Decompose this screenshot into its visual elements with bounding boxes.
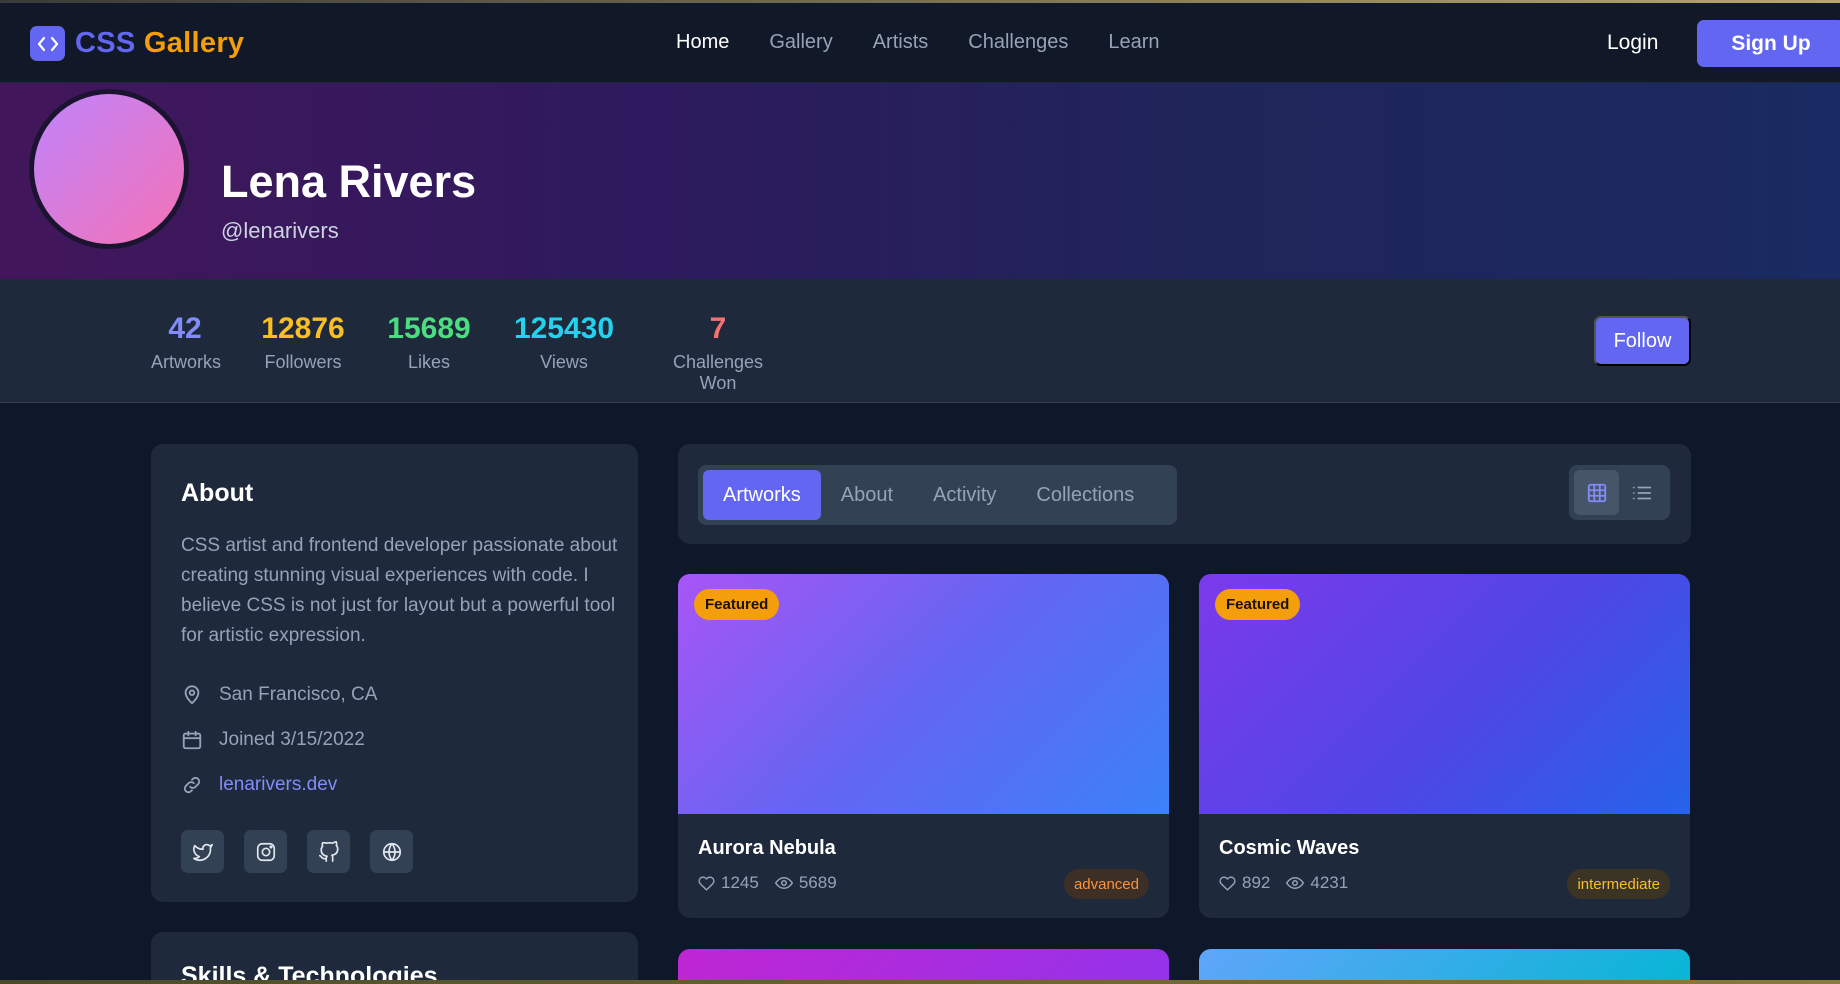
joined-text: Joined 3/15/2022 [219,729,365,750]
avatar-frame [29,89,189,249]
avatar [34,94,184,244]
about-bio: CSS artist and frontend developer passio… [181,535,618,646]
location-text: San Francisco, CA [219,684,378,705]
about-card: About CSS artist and frontend developer … [151,444,638,902]
stat-challenges-won: 7 Challenges Won [653,312,783,394]
stat-value: 12876 [261,312,345,345]
stat-followers: 12876 Followers [260,312,346,373]
heart-icon[interactable] [1219,875,1236,892]
view-toggle [1569,465,1670,520]
artwork-stats: 1245 5689 [698,873,837,893]
artwork-title[interactable]: Aurora Nebula [698,837,836,860]
twitter-link[interactable] [181,830,224,873]
stat-value: 7 [709,312,727,345]
stat-likes: 15689 Likes [386,312,472,373]
tab-collections[interactable]: Collections [1016,470,1154,520]
eye-icon [1286,876,1305,890]
stat-label: Views [540,352,588,372]
skills-card: Skills & Technologies [151,932,638,984]
signup-button[interactable]: Sign Up [1697,20,1840,67]
profile-banner: Lena Rivers @lenarivers [0,83,1840,279]
featured-badge: Featured [1215,589,1301,620]
difficulty-badge: advanced [1063,869,1149,899]
stat-label: Challenges Won [672,352,764,393]
logo-text: CSS Gallery [75,27,244,60]
nav-link-gallery[interactable]: Gallery [769,31,832,54]
follow-button[interactable]: Follow [1594,316,1691,366]
twitter-icon [192,843,213,861]
artwork-card[interactable]: Featured Cosmic Waves 892 4231 intermedi… [1199,574,1690,918]
instagram-link[interactable] [244,830,287,873]
main-menu: Home Gallery Artists Challenges Learn [676,31,1200,54]
artwork-title[interactable]: Cosmic Waves [1219,837,1359,860]
stat-label: Followers [264,352,342,372]
artwork-stats: 892 4231 [1219,873,1348,893]
instagram-icon [256,842,275,861]
logo-text-gallery: Gallery [143,27,245,59]
artwork-card[interactable]: Featured Aurora Nebula 1245 5689 advance… [678,574,1169,918]
grid-icon [1587,483,1606,502]
stat-label: Likes [407,352,451,372]
social-links [181,830,433,873]
heart-icon[interactable] [698,875,715,892]
views-count: 4231 [1310,873,1349,892]
list-icon [1632,486,1651,499]
stat-value: 15689 [387,312,471,345]
about-title: About [181,479,254,507]
likes-count: 1245 [721,873,759,892]
tab-about[interactable]: About [821,470,913,520]
nav-link-artists[interactable]: Artists [873,31,929,54]
stat-value: 125430 [513,312,615,345]
window-bottom-edge [0,980,1840,984]
artwork-card-partial[interactable] [678,949,1169,984]
featured-badge: Featured [694,589,780,620]
top-navigation: CSS Gallery Home Gallery Artists Challen… [0,3,1840,83]
github-link[interactable] [307,830,350,873]
website-link[interactable]: lenarivers.dev [219,774,337,796]
nav-link-learn[interactable]: Learn [1108,31,1159,54]
grid-view-button[interactable] [1574,470,1619,515]
stat-artworks: 42 Artworks [151,312,222,373]
likes-count: 892 [1242,873,1271,892]
link-icon [183,776,201,794]
tab-artworks[interactable]: Artworks [703,470,821,520]
artwork-card-partial[interactable] [1199,949,1690,984]
joined-row: Joined 3/15/2022 [181,729,365,751]
github-icon [318,840,339,862]
difficulty-badge: intermediate [1567,869,1670,899]
website-row: lenarivers.dev [181,774,337,796]
eye-icon [774,876,793,890]
tab-bar: Artworks About Activity Collections [698,465,1177,525]
logo-text-css: CSS [75,27,136,59]
stat-views: 125430 Views [512,312,616,373]
profile-name: Lena Rivers [221,156,477,207]
calendar-icon [182,730,202,750]
globe-icon [382,842,401,861]
code-icon [30,26,65,61]
content-tabs-panel: Artworks About Activity Collections [678,444,1691,544]
views-count: 5689 [798,873,837,892]
logo[interactable]: CSS Gallery [30,26,244,61]
website-social-link[interactable] [370,830,413,873]
map-pin-icon [184,685,200,705]
stat-label: Artworks [151,352,222,372]
login-link[interactable]: Login [1607,31,1658,55]
tab-activity[interactable]: Activity [913,470,1016,520]
location-row: San Francisco, CA [181,684,377,706]
list-view-button[interactable] [1619,470,1664,515]
stats-bar: 42 Artworks 12876 Followers 15689 Likes … [0,279,1840,403]
stat-value: 42 [168,312,202,345]
nav-link-home[interactable]: Home [676,31,729,54]
nav-link-challenges[interactable]: Challenges [968,31,1068,54]
profile-handle: @lenarivers [221,218,339,243]
